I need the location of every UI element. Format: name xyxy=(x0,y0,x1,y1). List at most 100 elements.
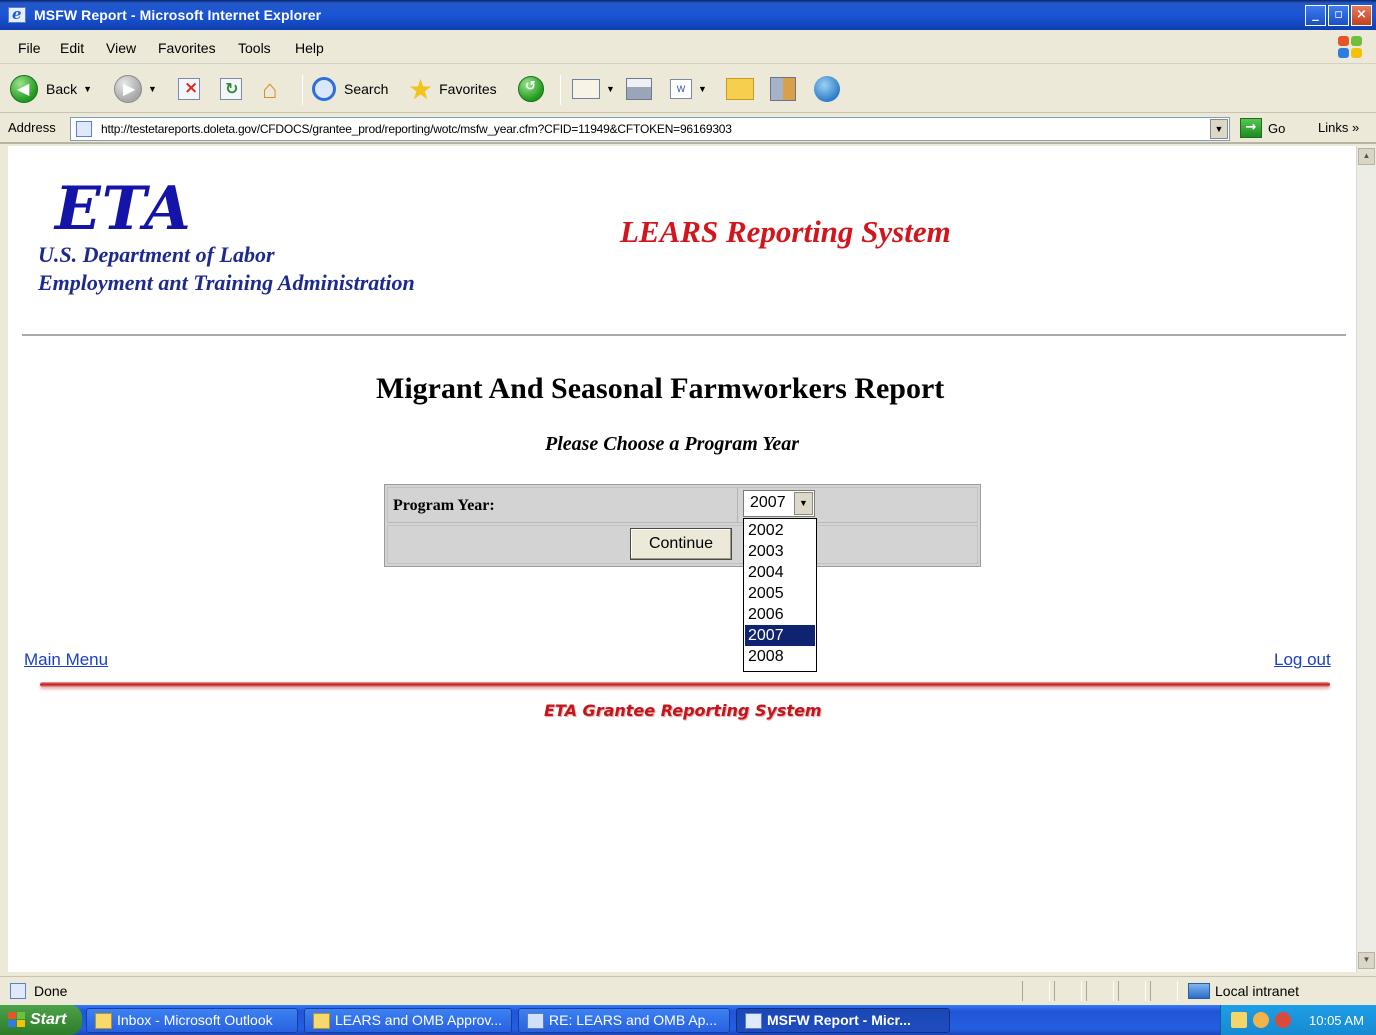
browser-toolbar: ◀ Back ▼ ▶ ▼ × ↻ ⌂ Search ★ Favorites ↺ … xyxy=(0,65,1376,113)
chevron-down-icon: ▼ xyxy=(148,84,157,94)
ie-icon xyxy=(745,1013,762,1029)
taskbar-item-outlook[interactable]: Inbox - Microsoft Outlook xyxy=(86,1008,298,1033)
messenger-icon xyxy=(814,76,840,102)
option-2006[interactable]: 2006 xyxy=(745,604,815,625)
go-label: Go xyxy=(1268,120,1286,136)
program-year-options: 2002 2003 2004 2005 2006 2007 2008 xyxy=(743,518,817,672)
windows-logo-icon xyxy=(1334,32,1368,62)
search-label: Search xyxy=(344,81,389,97)
menu-help[interactable]: Help xyxy=(295,40,324,56)
menu-tools[interactable]: Tools xyxy=(238,40,271,56)
start-button[interactable]: Start xyxy=(0,1005,82,1035)
scroll-down-button[interactable]: ▼ xyxy=(1358,952,1375,969)
close-button[interactable]: × xyxy=(1351,5,1372,26)
forward-button[interactable]: ▶ ▼ xyxy=(114,73,157,105)
go-button[interactable]: → Go xyxy=(1240,118,1285,138)
window-title-bar[interactable]: MSFW Report - Microsoft Internet Explore… xyxy=(0,0,1376,30)
taskbar-item-ie[interactable]: MSFW Report - Micr... xyxy=(736,1008,950,1033)
system-title: LEARS Reporting System xyxy=(620,214,951,249)
task-label: MSFW Report - Micr... xyxy=(767,1012,911,1028)
main-menu-link[interactable]: Main Menu xyxy=(24,650,108,670)
page-content: ETA U.S. Department of Labor Employment … xyxy=(8,146,1356,972)
maximize-button[interactable]: ▫ xyxy=(1328,5,1349,26)
folder-button[interactable] xyxy=(726,73,754,105)
eta-logo: ETA xyxy=(55,174,192,244)
instruction-text: Please Choose a Program Year xyxy=(545,433,800,455)
address-bar: Address http://testetareports.doleta.gov… xyxy=(0,114,1376,144)
address-dropdown-button[interactable]: ▼ xyxy=(1210,119,1228,139)
security-zone: Local intranet xyxy=(1215,983,1300,999)
folder-icon xyxy=(726,78,754,100)
tray-security-icon[interactable] xyxy=(1275,1012,1291,1028)
stop-icon: × xyxy=(178,78,200,100)
mail-button[interactable]: ▼ xyxy=(572,73,615,105)
research-icon xyxy=(770,77,796,101)
taskbar: Start Inbox - Microsoft Outlook LEARS an… xyxy=(0,1005,1376,1035)
back-label: Back xyxy=(46,81,78,97)
ie-icon xyxy=(8,5,26,23)
program-year-label: Program Year: xyxy=(393,497,495,514)
links-button[interactable]: Links » xyxy=(1318,120,1359,135)
continue-button[interactable]: Continue xyxy=(630,528,732,560)
star-icon: ★ xyxy=(408,73,434,105)
favorites-label: Favorites xyxy=(439,81,497,97)
address-input[interactable]: http://testetareports.doleta.gov/CFDOCS/… xyxy=(70,117,1230,141)
chevron-down-icon: ▼ xyxy=(698,84,707,94)
option-2007[interactable]: 2007 xyxy=(745,625,815,646)
refresh-button[interactable]: ↻ xyxy=(220,73,242,105)
menu-view[interactable]: View xyxy=(106,40,136,56)
header-divider xyxy=(22,334,1346,336)
reply-icon xyxy=(527,1013,544,1029)
printer-icon xyxy=(626,78,652,100)
tray-app-icon[interactable] xyxy=(1253,1012,1269,1028)
logout-link[interactable]: Log out xyxy=(1274,650,1331,670)
menu-favorites[interactable]: Favorites xyxy=(158,40,216,56)
search-icon xyxy=(312,77,336,101)
search-button[interactable]: Search xyxy=(312,73,388,105)
option-2004[interactable]: 2004 xyxy=(745,562,815,583)
go-arrow-icon: → xyxy=(1240,118,1262,138)
history-button[interactable]: ↺ xyxy=(518,73,544,105)
forward-arrow-icon: ▶ xyxy=(114,75,142,103)
back-button[interactable]: ◀ Back ▼ xyxy=(10,73,92,105)
menu-edit[interactable]: Edit xyxy=(60,40,84,56)
task-label: LEARS and OMB Approv... xyxy=(335,1012,503,1028)
stop-button[interactable]: × xyxy=(178,73,200,105)
menu-file[interactable]: File xyxy=(18,40,41,56)
favorites-button[interactable]: ★ Favorites xyxy=(408,73,497,105)
print-button[interactable] xyxy=(626,73,652,105)
task-label: RE: LEARS and OMB Ap... xyxy=(549,1012,718,1028)
system-tray: 10:05 AM xyxy=(1220,1005,1376,1035)
status-bar: Done Local intranet xyxy=(0,976,1376,1004)
administration-name: Employment ant Training Administration xyxy=(38,270,415,295)
option-2003[interactable]: 2003 xyxy=(745,541,815,562)
taskbar-item-email[interactable]: LEARS and OMB Approv... xyxy=(304,1008,512,1033)
vertical-scrollbar[interactable]: ▲ ▼ xyxy=(1356,146,1376,972)
home-icon: ⌂ xyxy=(262,73,278,104)
envelope-icon xyxy=(313,1013,330,1029)
scroll-up-button[interactable]: ▲ xyxy=(1358,148,1375,165)
edit-button[interactable]: W ▼ xyxy=(670,73,707,105)
taskbar-item-reply[interactable]: RE: LEARS and OMB Ap... xyxy=(518,1008,730,1033)
option-2002[interactable]: 2002 xyxy=(745,520,815,541)
chevron-down-icon: ▼ xyxy=(606,84,615,94)
history-icon: ↺ xyxy=(518,76,544,102)
word-icon: W xyxy=(670,79,692,99)
menu-bar: File Edit View Favorites Tools Help xyxy=(0,30,1376,64)
start-label: Start xyxy=(30,1011,67,1028)
page-title: Migrant And Seasonal Farmworkers Report xyxy=(376,372,945,405)
clock: 10:05 AM xyxy=(1309,1013,1364,1028)
home-button[interactable]: ⌂ xyxy=(262,73,278,105)
program-year-select[interactable]: 2007 ▼ xyxy=(743,490,815,517)
messenger-button[interactable] xyxy=(814,73,840,105)
research-button[interactable] xyxy=(770,73,796,105)
window-title: MSFW Report - Microsoft Internet Explore… xyxy=(34,7,322,23)
page-icon xyxy=(76,121,92,137)
option-2005[interactable]: 2005 xyxy=(745,583,815,604)
tray-mail-icon[interactable] xyxy=(1231,1012,1247,1028)
back-arrow-icon: ◀ xyxy=(10,75,38,103)
address-label: Address xyxy=(8,120,56,135)
minimize-button[interactable]: _ xyxy=(1305,5,1326,26)
chevron-down-icon[interactable]: ▼ xyxy=(794,492,813,515)
option-2008[interactable]: 2008 xyxy=(745,646,815,667)
